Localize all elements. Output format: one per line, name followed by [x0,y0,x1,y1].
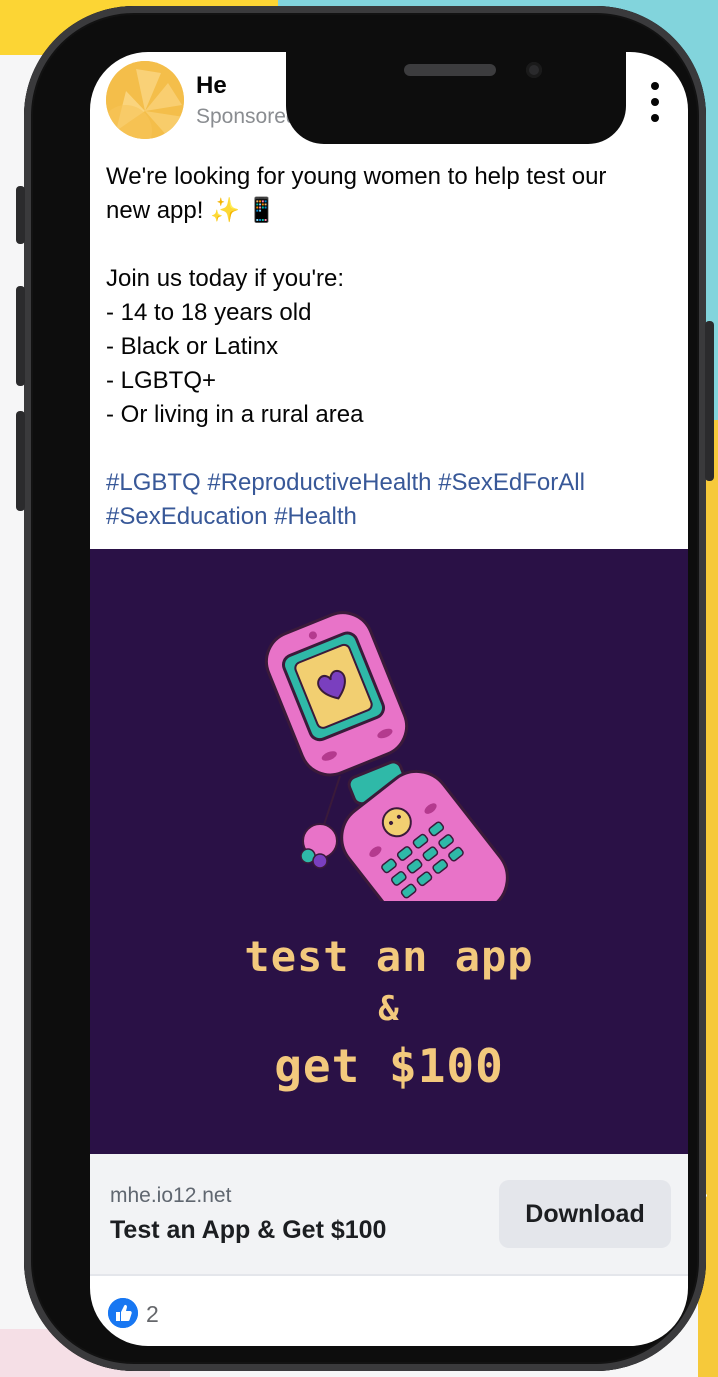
post-line: Join us today if you're: [106,265,345,292]
phone-screen: He Sponsored · We're looking for young w… [90,52,688,1346]
link-title[interactable]: Test an App & Get $100 [110,1216,386,1245]
side-button-power [705,321,714,481]
divider [90,1274,688,1276]
flip-phone-illustration [264,611,509,901]
like-icon[interactable] [108,1298,138,1328]
ad-creative-image[interactable]: test an app & get $100 [90,549,688,1154]
post-line: We're looking for young women to help te… [106,163,607,190]
more-icon[interactable] [647,80,663,124]
hashtag-lgbtq[interactable]: #LGBTQ [106,469,201,496]
post-line: - Black or Latinx [106,333,279,360]
front-camera [526,62,542,78]
hashtags-row: #LGBTQ #ReproductiveHealth #SexEdForAll [106,466,676,500]
post-line: - LGBTQ+ [106,367,217,394]
link-domain: mhe.io12.net [110,1184,232,1207]
phone-notch [286,52,626,144]
creative-headline-line3: get $100 [274,1039,504,1093]
hashtag-sex-education[interactable]: #SexEducation [106,503,267,530]
post-line: - Or living in a rural area [106,401,364,428]
speaker-grille [404,64,496,76]
post-line [106,228,676,262]
download-button[interactable]: Download [499,1180,671,1248]
page-name[interactable]: He [196,72,227,100]
page-avatar[interactable] [106,61,184,139]
creative-headline-line2: & [378,989,400,1029]
hashtags-row: #SexEducation #Health [106,500,676,534]
post-body: We're looking for young women to help te… [106,160,676,534]
hashtag-reproductive-health[interactable]: #ReproductiveHealth [207,469,431,496]
side-button-volume-down [16,411,25,511]
post-line: - 14 to 18 years old [106,299,312,326]
link-preview-bar[interactable]: mhe.io12.net Test an App & Get $100 Down… [90,1154,688,1274]
creative-headline-line1: test an app [244,932,534,981]
side-button-volume-up [16,286,25,386]
hashtag-health[interactable]: #Health [274,503,357,530]
post-line: new app! ✨ 📱 [106,197,277,224]
side-button-silent [16,186,25,244]
hashtag-sex-ed-for-all[interactable]: #SexEdForAll [438,469,585,496]
like-count[interactable]: 2 [146,1301,159,1328]
post-line [106,432,676,466]
phone-frame: He Sponsored · We're looking for young w… [16,6,714,1371]
